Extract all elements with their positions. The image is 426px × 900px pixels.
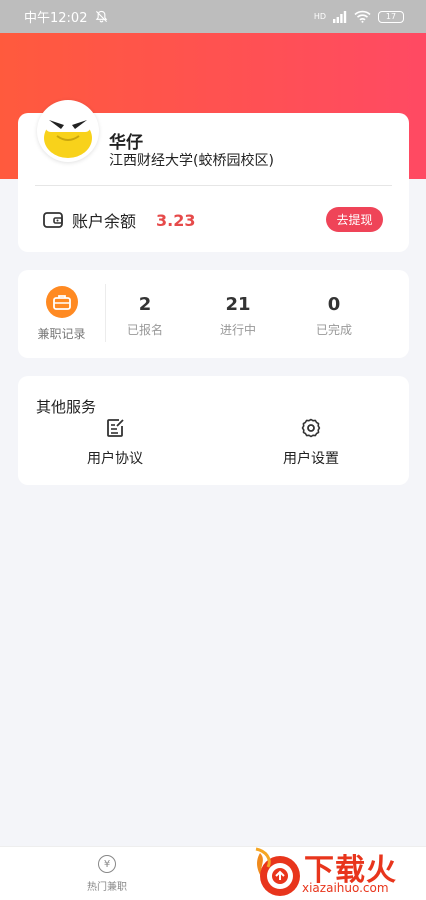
record-label: 兼职记录: [37, 327, 86, 341]
avatar[interactable]: [37, 100, 99, 162]
status-time: 中午12:02: [24, 11, 88, 26]
briefcase-icon: [45, 286, 78, 318]
avatar-ninja-icon: [44, 114, 92, 158]
stat-label: 已报名: [126, 323, 163, 337]
withdraw-button[interactable]: 去提现: [326, 207, 383, 232]
notification-muted-icon: [96, 10, 108, 23]
other-services-card: 其他服务 用户协议 用户设置: [18, 376, 409, 485]
stat-in-progress[interactable]: 21 进行中: [203, 294, 273, 338]
balance-row: 账户余额 3.23: [42, 208, 196, 232]
my-profile-screen: 中午12:02 HD 17 华仔 江西财经大学(蛟桥园校区) 账户余额 3.23…: [0, 0, 426, 900]
gear-icon: [301, 418, 321, 438]
section-title: 其他服务: [36, 398, 97, 416]
balance-label: 账户余额: [72, 212, 137, 231]
signal-hd-label: HD: [313, 12, 326, 21]
divider: [35, 185, 392, 186]
user-settings-button[interactable]: 用户设置: [261, 417, 361, 468]
stat-value: 21: [225, 294, 251, 315]
divider: [105, 284, 106, 342]
stats-card: 兼职记录 2 已报名 21 进行中 0 已完成: [18, 270, 409, 358]
user-agreement-button[interactable]: 用户协议: [65, 417, 165, 468]
stat-applied[interactable]: 2 已报名: [110, 294, 180, 338]
stat-label: 已完成: [315, 323, 352, 337]
stat-completed[interactable]: 0 已完成: [299, 294, 369, 338]
stat-value: 0: [327, 294, 341, 315]
service-label: 用户设置: [283, 451, 339, 467]
battery-icon: 17: [378, 10, 404, 23]
tab-label: 热门兼职: [87, 882, 127, 893]
wallet-icon: [43, 212, 63, 228]
watermark-text-en: xiazaihuo.com: [302, 881, 389, 895]
status-bar: 中午12:02 HD 17: [0, 0, 426, 33]
part-time-record-button[interactable]: 兼职记录: [18, 270, 105, 358]
user-school: 江西财经大学(蛟桥园校区): [109, 153, 274, 169]
signal-icon: [333, 10, 347, 23]
flame-logo-icon: [255, 847, 300, 896]
wifi-icon: [354, 10, 371, 23]
document-edit-icon: [107, 419, 124, 437]
yen-icon: ¥: [98, 855, 116, 873]
profile-card: 华仔 江西财经大学(蛟桥园校区) 账户余额 3.23 去提现: [18, 100, 409, 252]
stat-label: 进行中: [219, 323, 256, 337]
service-label: 用户协议: [87, 451, 143, 467]
battery-level: 17: [385, 11, 397, 21]
tab-hot-jobs[interactable]: ¥ 热门兼职: [76, 855, 138, 893]
stat-value: 2: [138, 294, 152, 315]
watermark-logo: 下载火 xiazaihuo.com: [250, 843, 426, 900]
balance-value: 3.23: [156, 210, 196, 230]
